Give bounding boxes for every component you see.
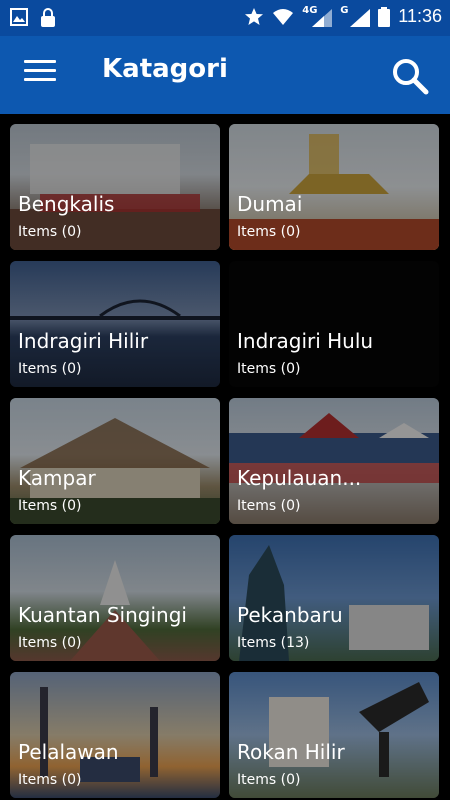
lock-icon xyxy=(41,8,55,27)
category-item-count: Items (0) xyxy=(18,772,82,788)
category-item-count: Items (0) xyxy=(18,635,82,651)
category-card-indragiri-hulu[interactable]: Indragiri Hulu Items (0) xyxy=(229,261,439,387)
status-bar: 4G G 11:36 xyxy=(0,0,450,36)
menu-icon-line xyxy=(24,60,56,63)
category-card-pekanbaru[interactable]: Pekanbaru Items (13) xyxy=(229,535,439,661)
category-card-dumai[interactable]: Dumai Items (0) xyxy=(229,124,439,250)
search-button[interactable] xyxy=(390,56,430,96)
category-name: Pelalawan xyxy=(18,740,119,764)
signal-g-icon xyxy=(350,8,371,27)
network-g-label: G xyxy=(340,4,349,16)
page-title: Katagori xyxy=(102,54,228,84)
category-name: Dumai xyxy=(237,192,303,216)
category-name: Kepulauan... xyxy=(237,466,362,490)
clock: 11:36 xyxy=(398,6,442,26)
category-name: Indragiri Hulu xyxy=(237,329,374,353)
signal-4g-icon xyxy=(312,8,333,27)
app-bar: Katagori xyxy=(0,36,450,114)
category-card-indragiri-hilir[interactable]: Indragiri Hilir Items (0) xyxy=(10,261,220,387)
category-name: Rokan Hilir xyxy=(237,740,345,764)
menu-icon-line xyxy=(24,78,56,81)
category-item-count: Items (0) xyxy=(237,361,301,377)
category-item-count: Items (13) xyxy=(237,635,310,651)
category-name: Pekanbaru xyxy=(237,603,343,627)
category-item-count: Items (0) xyxy=(237,498,301,514)
wifi-icon xyxy=(273,8,294,25)
category-item-count: Items (0) xyxy=(18,498,82,514)
category-item-count: Items (0) xyxy=(18,361,82,377)
category-card-bengkalis[interactable]: Bengkalis Items (0) xyxy=(10,124,220,250)
menu-icon-line xyxy=(24,69,56,72)
battery-icon xyxy=(378,6,391,27)
category-card-rokan-hilir[interactable]: Rokan Hilir Items (0) xyxy=(229,672,439,798)
category-card-kepulauan[interactable]: Kepulauan... Items (0) xyxy=(229,398,439,524)
category-item-count: Items (0) xyxy=(237,772,301,788)
category-card-kuantan-singingi[interactable]: Kuantan Singingi Items (0) xyxy=(10,535,220,661)
star-icon xyxy=(245,7,264,25)
menu-button[interactable] xyxy=(24,60,56,90)
category-card-kampar[interactable]: Kampar Items (0) xyxy=(10,398,220,524)
category-name: Kampar xyxy=(18,466,96,490)
category-item-count: Items (0) xyxy=(18,224,82,240)
category-name: Kuantan Singingi xyxy=(18,603,187,627)
category-name: Indragiri Hilir xyxy=(18,329,149,353)
category-card-pelalawan[interactable]: Pelalawan Items (0) xyxy=(10,672,220,798)
image-notification-icon xyxy=(10,8,28,26)
category-name: Bengkalis xyxy=(18,192,115,216)
search-icon xyxy=(393,59,429,95)
category-grid: Bengkalis Items (0) Dumai Items (0) Indr… xyxy=(0,114,450,800)
category-item-count: Items (0) xyxy=(237,224,301,240)
